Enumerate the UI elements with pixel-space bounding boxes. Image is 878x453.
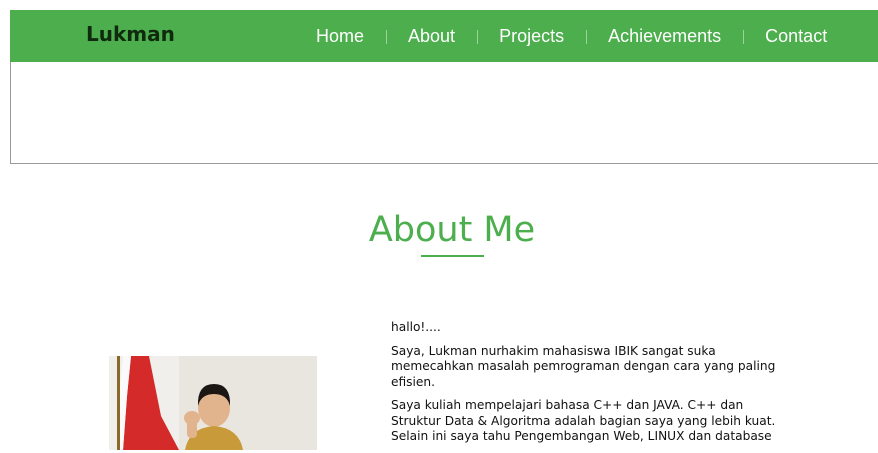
navbar: Lukman Home About Projects Achievements … xyxy=(10,10,878,62)
section-title: About Me xyxy=(368,210,536,250)
about-text: hallo!.... Saya, Lukman nurhakim mahasis… xyxy=(391,320,791,453)
nav-link-projects[interactable]: Projects xyxy=(477,26,586,47)
about-paragraph: Saya kuliah mempelajari bahasa C++ dan J… xyxy=(391,398,776,443)
nav-link-about[interactable]: About xyxy=(386,26,477,47)
profile-photo xyxy=(109,356,317,450)
nav-menu: Home About Projects Achievements Contact xyxy=(294,10,849,62)
about-greeting: hallo!.... xyxy=(391,320,441,334)
nav-link-contact[interactable]: Contact xyxy=(743,26,849,47)
about-paragraph: Saya, Lukman nurhakim mahasiswa IBIK san… xyxy=(391,343,776,389)
hero-section xyxy=(10,62,878,164)
nav-link-achievements[interactable]: Achievements xyxy=(586,26,743,47)
nav-link-home[interactable]: Home xyxy=(294,26,386,47)
brand-logo[interactable]: Lukman xyxy=(86,22,175,46)
title-underline xyxy=(421,255,484,257)
